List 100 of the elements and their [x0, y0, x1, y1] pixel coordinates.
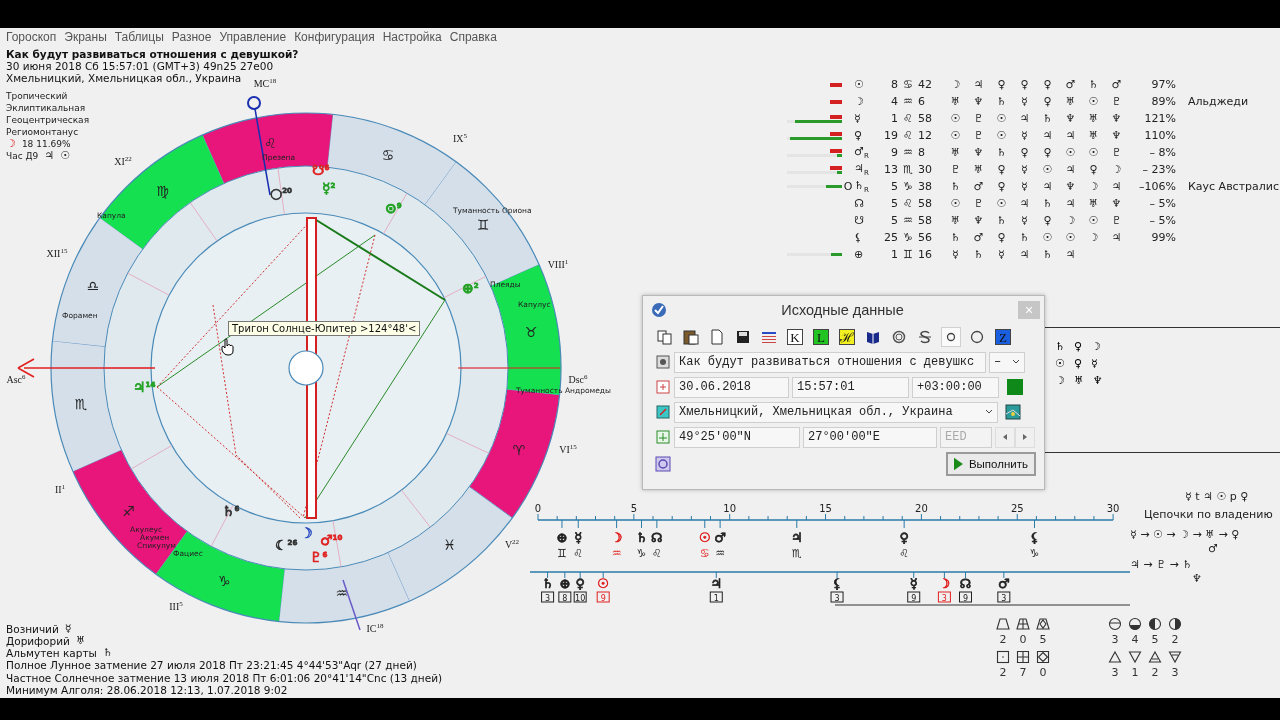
time-field[interactable]: 15:57:01 — [792, 376, 909, 398]
sign-glyph: ♌ — [902, 197, 914, 210]
place-dropdown[interactable]: Хмельницкий, Хмельницкая обл., Украина — [674, 401, 998, 423]
planet-glyph: ♀ — [1043, 78, 1052, 91]
table-cell-text: 58 — [918, 214, 933, 227]
planet-glyph: ☉ — [1065, 146, 1076, 159]
planet-glyph: ♇ — [973, 197, 984, 210]
spin-right-button[interactable] — [1015, 426, 1035, 448]
sign-glyph: ♌ — [899, 547, 910, 560]
ruler-label: Дорифорий — [6, 635, 70, 648]
toolbar-button[interactable]: K — [785, 327, 805, 347]
planet-glyph: ☽ — [1065, 214, 1076, 227]
menu-item[interactable]: Экраны — [60, 29, 111, 44]
half-circle-icon — [1148, 617, 1162, 631]
house-cusp-line — [332, 520, 342, 568]
sign-glyph: ♌ — [902, 112, 914, 125]
planet-glyph: ♃ — [1111, 231, 1122, 244]
copy-icon — [657, 329, 673, 345]
page-icon — [709, 329, 725, 345]
table-cell: 110% — [1144, 129, 1176, 142]
settings-icon[interactable] — [655, 456, 671, 472]
mode-dropdown[interactable]: – — [989, 351, 1025, 373]
count-label: 5 — [1039, 633, 1047, 646]
planet-glyph: ♃ — [1042, 129, 1053, 142]
menu-item[interactable]: Таблицы — [110, 29, 168, 44]
planet-glyph: ♂ — [973, 231, 984, 244]
hand-cursor-icon — [221, 338, 235, 356]
table-cell-text: 5 — [890, 180, 898, 193]
table-cell-text: 1 — [890, 112, 898, 125]
planet-glyph: ☿ — [998, 248, 1005, 261]
toolbar-button[interactable] — [941, 327, 961, 347]
table-cell: – 5% — [1149, 197, 1176, 210]
planet-glyph: ♂ — [1208, 542, 1218, 557]
event-line: Полное Лунное затмение 27 июля 2018 Пт 23:21:45 4°44'53"Aqr (27 дней) — [6, 659, 417, 672]
chain-title: Цепочки по владению — [1144, 508, 1273, 523]
sign-divider — [424, 161, 457, 206]
sign-glyph: ♉ — [524, 324, 538, 341]
table-icon — [761, 329, 777, 345]
count-label: 2 — [999, 666, 1007, 679]
longitude-field[interactable]: 27°00'00"E — [803, 426, 937, 448]
toolbar-button[interactable] — [681, 327, 701, 347]
planet-glyph: ♇$^{6}$ — [310, 549, 328, 565]
planet-glyph: ♆ — [1111, 129, 1122, 142]
planet-glyph: ♃ — [1065, 248, 1076, 261]
table-cell: – 23% — [1142, 163, 1176, 176]
chart-place: Хмельницкий, Хмельницкая обл., Украина — [6, 72, 242, 84]
table-cell-text: 4 — [890, 95, 898, 108]
square-diamond-icon — [1036, 650, 1050, 664]
setting-label: Геоцентрическая — [6, 114, 91, 126]
table-cell-text: 16 — [918, 248, 933, 261]
planet-glyph: ♅ — [950, 146, 961, 159]
event-line: Минимум Алголя: 28.06.2018 12:13, 1.07.2018 9:02 — [6, 683, 288, 696]
planet-glyph: ☿ — [952, 248, 959, 261]
star-name: Альджеди — [1188, 95, 1249, 108]
planet-glyph: ☿ — [1021, 180, 1028, 193]
sign-glyph: ♎ — [86, 278, 100, 295]
sign-divider — [51, 340, 106, 348]
table-cell-text: 8 — [918, 146, 926, 159]
planet-glyph: ♂ — [854, 144, 864, 158]
timezone-field[interactable]: +03:00:00 — [912, 376, 999, 398]
date-field[interactable]: 30.06.2018 — [674, 376, 789, 398]
planet-glyph: ♄ — [1042, 112, 1053, 125]
sign-glyph: ♋ — [699, 547, 710, 560]
sign-divider — [278, 568, 286, 623]
menu-item[interactable]: Настройка — [378, 29, 446, 44]
planet-glyph: ☉ — [1042, 231, 1053, 244]
menu-item[interactable]: Справка — [445, 29, 501, 44]
table-cell-text: 58 — [918, 112, 933, 125]
menu-item[interactable]: Конфигурация — [290, 29, 379, 44]
chart-datetime: 30 июня 2018 Сб 15:57:01 (GMT+3) 49n25 27e00 — [6, 60, 274, 72]
toolbar-button[interactable]: L — [811, 327, 831, 347]
planet-glyph: ♀ — [1020, 146, 1029, 159]
question-field[interactable]: Как будут развиваться отношения с девушкс — [674, 351, 986, 373]
toolbar-button[interactable]: ℋ — [837, 327, 857, 347]
spin-left-button[interactable] — [995, 426, 1015, 448]
axis-label: 5 — [630, 503, 638, 514]
planet-glyph: ♃ — [1065, 163, 1076, 176]
planet-glyph: ☊ — [959, 576, 972, 591]
planet-glyph: ☉ — [1065, 231, 1076, 244]
map-icon[interactable] — [1005, 404, 1021, 420]
planet-glyph: ♄ — [541, 576, 554, 591]
menu-item[interactable]: Управление — [215, 29, 291, 44]
planet-glyph: ♅ — [1088, 112, 1099, 125]
table-cell: –106% — [1139, 180, 1176, 193]
row-prefix: O — [843, 180, 853, 193]
house-label: XI$^{22}$ — [114, 155, 132, 167]
menu-item[interactable]: Разное — [167, 29, 216, 44]
planet-glyph: ☿ — [1021, 95, 1028, 108]
run-button[interactable]: Выполнить — [946, 452, 1036, 476]
axis-label: 20 — [915, 503, 928, 514]
latitude-field[interactable]: 49°25'00"N — [674, 426, 800, 448]
sign-glyph: ♌ — [264, 134, 277, 151]
planet-glyph: ♇ — [973, 129, 984, 142]
sign-divider — [468, 486, 513, 519]
table-cell-text: 13 — [883, 163, 898, 176]
planet-glyph: ♅ — [1088, 129, 1099, 142]
sign-glyph: ♏ — [74, 395, 88, 412]
planet-glyph: ♅ — [75, 635, 86, 648]
menu-item[interactable]: Гороскоп — [2, 29, 61, 44]
planet-glyph: ♃ — [1111, 180, 1122, 193]
